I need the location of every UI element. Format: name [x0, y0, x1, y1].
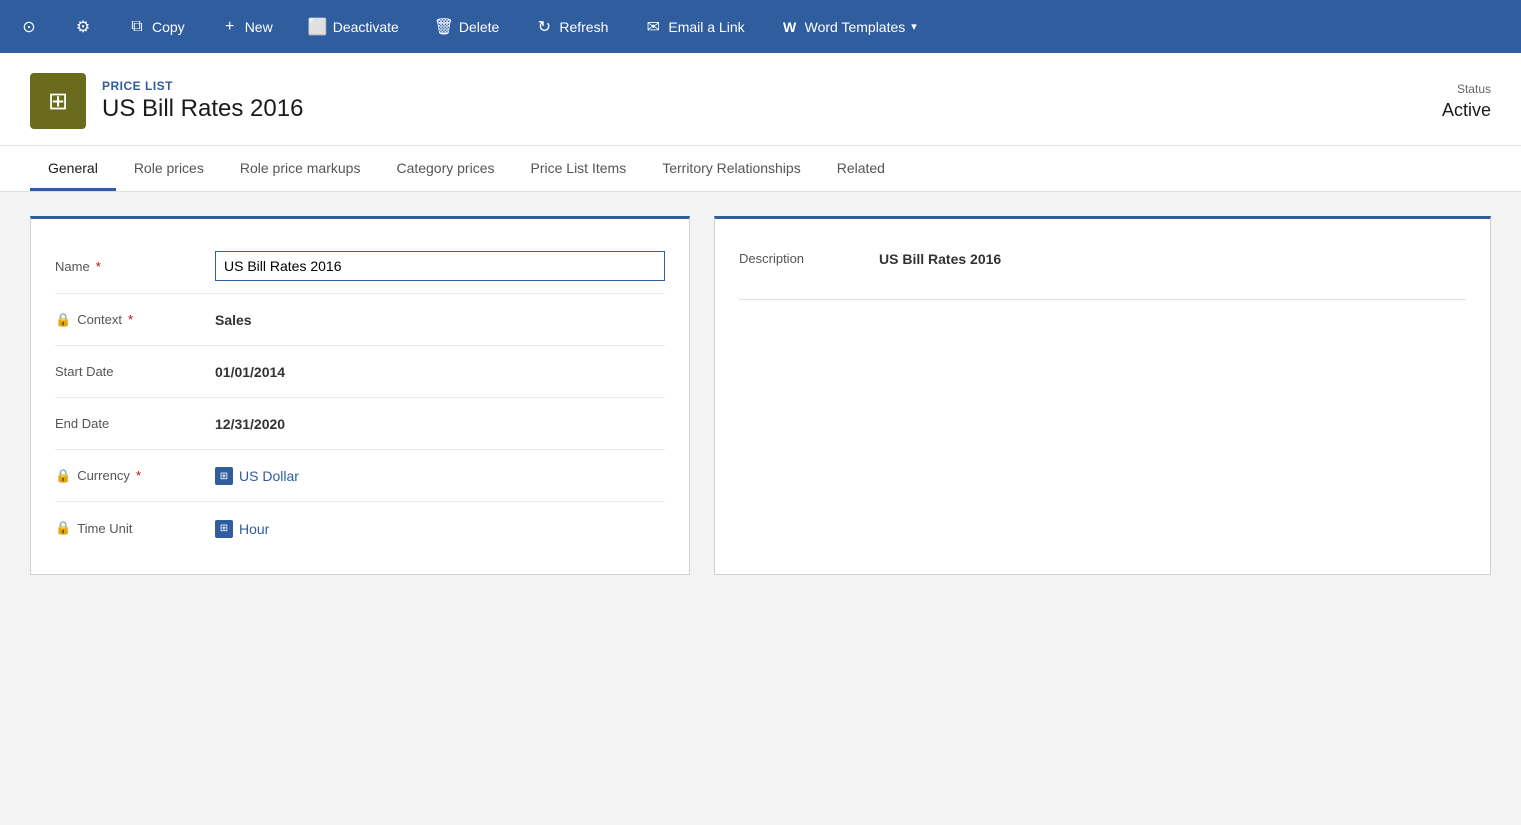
- new-button[interactable]: + New: [203, 0, 291, 53]
- copy-icon: ⧉: [128, 18, 146, 36]
- description-label: Description: [739, 251, 859, 267]
- name-label: Name *: [55, 259, 215, 274]
- tab-general[interactable]: General: [30, 146, 116, 191]
- entity-info: PRICE LIST US Bill Rates 2016: [102, 79, 303, 123]
- tab-price-list-items[interactable]: Price List Items: [513, 146, 645, 191]
- tab-related[interactable]: Related: [819, 146, 903, 191]
- context-row: 🔒 Context * Sales: [55, 294, 665, 346]
- header-left: ⊞ PRICE LIST US Bill Rates 2016: [30, 73, 303, 129]
- word-icon: W: [781, 18, 799, 36]
- tab-category-prices[interactable]: Category prices: [378, 146, 512, 191]
- new-icon: +: [221, 18, 239, 36]
- end-date-label: End Date: [55, 416, 215, 431]
- time-unit-row: 🔒 Time Unit ⊞ Hour: [55, 502, 665, 554]
- start-date-value: 01/01/2014: [215, 364, 665, 380]
- description-row: Description US Bill Rates 2016: [739, 239, 1466, 279]
- toolbar: ⊙ ⚙ ⧉ Copy + New ⬜ Deactivate 🗑 Delete ↻…: [0, 0, 1521, 53]
- time-unit-link-icon: ⊞: [215, 520, 233, 538]
- main-content: Name * 🔒 Context * Sales Start Date 01/0…: [0, 192, 1521, 599]
- description-value: US Bill Rates 2016: [879, 251, 1466, 267]
- currency-link-icon: ⊞: [215, 467, 233, 485]
- currency-link[interactable]: ⊞ US Dollar: [215, 467, 299, 485]
- refresh-label: Refresh: [559, 19, 608, 35]
- currency-lock-icon: 🔒: [55, 468, 71, 484]
- tabs-bar: General Role prices Role price markups C…: [0, 146, 1521, 192]
- tab-territory-relationships[interactable]: Territory Relationships: [644, 146, 819, 191]
- entity-type: PRICE LIST: [102, 79, 303, 93]
- start-date-row: Start Date 01/01/2014: [55, 346, 665, 398]
- deactivate-button[interactable]: ⬜ Deactivate: [291, 0, 417, 53]
- word-templates-label: Word Templates: [805, 19, 906, 35]
- refresh-icon: ↻: [535, 18, 553, 36]
- time-unit-lock-icon: 🔒: [55, 520, 71, 536]
- currency-value: ⊞ US Dollar: [215, 466, 665, 486]
- new-label: New: [245, 19, 273, 35]
- settings-button[interactable]: ⚙: [56, 0, 110, 53]
- deactivate-label: Deactivate: [333, 19, 399, 35]
- entity-icon-symbol: ⊞: [48, 87, 68, 116]
- end-date-row: End Date 12/31/2020: [55, 398, 665, 450]
- home-button[interactable]: ⊙: [8, 0, 56, 53]
- currency-required: *: [136, 468, 141, 483]
- word-templates-button[interactable]: W Word Templates ▾: [763, 0, 935, 53]
- start-date-label: Start Date: [55, 364, 215, 379]
- home-icon: ⊙: [20, 18, 38, 36]
- form-panel: Name * 🔒 Context * Sales Start Date 01/0…: [30, 216, 690, 575]
- email-label: Email a Link: [668, 19, 744, 35]
- chevron-down-icon: ▾: [911, 20, 917, 33]
- context-lock-icon: 🔒: [55, 312, 71, 328]
- refresh-button[interactable]: ↻ Refresh: [517, 0, 626, 53]
- name-row: Name *: [55, 239, 665, 294]
- end-date-value: 12/31/2020: [215, 416, 665, 432]
- description-divider: [739, 299, 1466, 300]
- name-input[interactable]: [215, 251, 665, 281]
- time-unit-link[interactable]: ⊞ Hour: [215, 520, 269, 538]
- email-icon: ✉: [644, 18, 662, 36]
- settings-icon: ⚙: [74, 18, 92, 36]
- context-required: *: [128, 312, 133, 327]
- delete-icon: 🗑: [435, 18, 453, 36]
- status-label: Status: [1442, 82, 1491, 96]
- currency-label: 🔒 Currency *: [55, 468, 215, 484]
- status-value: Active: [1442, 100, 1491, 121]
- deactivate-icon: ⬜: [309, 18, 327, 36]
- tab-role-price-markups[interactable]: Role price markups: [222, 146, 379, 191]
- time-unit-label: 🔒 Time Unit: [55, 520, 215, 536]
- tab-role-prices[interactable]: Role prices: [116, 146, 222, 191]
- description-panel: Description US Bill Rates 2016: [714, 216, 1491, 575]
- time-unit-value: ⊞ Hour: [215, 518, 665, 538]
- context-label: 🔒 Context *: [55, 312, 215, 328]
- delete-label: Delete: [459, 19, 499, 35]
- entity-title: US Bill Rates 2016: [102, 95, 303, 123]
- entity-icon: ⊞: [30, 73, 86, 129]
- page-header: ⊞ PRICE LIST US Bill Rates 2016 Status A…: [0, 53, 1521, 146]
- copy-label: Copy: [152, 19, 185, 35]
- copy-button[interactable]: ⧉ Copy: [110, 0, 203, 53]
- header-right: Status Active: [1442, 82, 1491, 121]
- name-value: [215, 251, 665, 281]
- currency-row: 🔒 Currency * ⊞ US Dollar: [55, 450, 665, 502]
- email-link-button[interactable]: ✉ Email a Link: [626, 0, 762, 53]
- name-required: *: [96, 259, 101, 274]
- delete-button[interactable]: 🗑 Delete: [417, 0, 517, 53]
- context-value: Sales: [215, 312, 665, 328]
